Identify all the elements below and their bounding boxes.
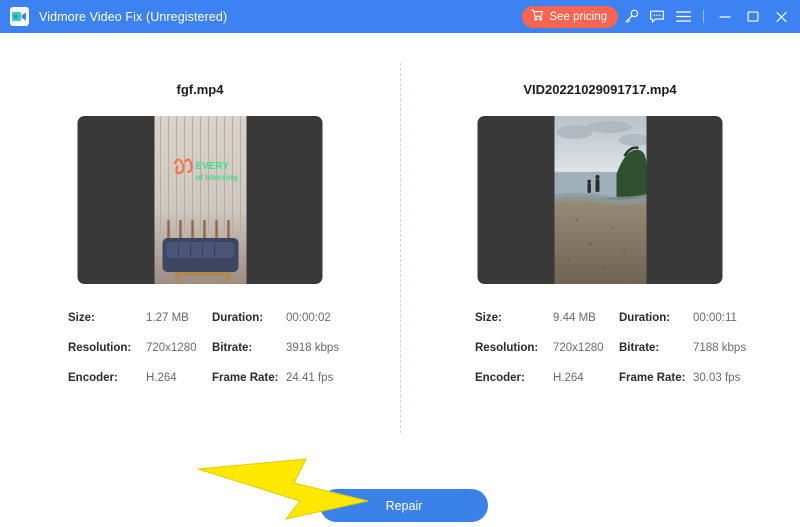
meta-value-duration: 00:00:11 bbox=[693, 312, 737, 324]
video-metadata-left: Size: 1.27 MB Duration: 00:00:02 Resolut… bbox=[0, 303, 400, 393]
thumbnail-image-right bbox=[554, 116, 646, 284]
file-name-left: fgf.mp4 bbox=[0, 82, 400, 97]
meta-value-bitrate: 3918 kbps bbox=[286, 342, 339, 354]
meta-label-encoder: Encoder: bbox=[475, 372, 553, 384]
video-camera-icon bbox=[10, 7, 29, 26]
meta-label-size: Size: bbox=[475, 312, 553, 324]
meta-label-bitrate: Bitrate: bbox=[212, 342, 286, 354]
video-thumbnail-right[interactable] bbox=[478, 116, 723, 284]
meta-value-framerate: 30.03 fps bbox=[693, 372, 740, 384]
metadata-row: Size: 1.27 MB Duration: 00:00:02 bbox=[68, 303, 400, 333]
meta-label-resolution: Resolution: bbox=[68, 342, 146, 354]
maximize-icon[interactable] bbox=[739, 3, 767, 31]
video-panel-right: VID20221029091717.mp4 bbox=[400, 33, 800, 433]
meta-label-framerate: Frame Rate: bbox=[619, 372, 693, 384]
meta-label-encoder: Encoder: bbox=[68, 372, 146, 384]
video-metadata-right: Size: 9.44 MB Duration: 00:00:11 Resolut… bbox=[400, 303, 800, 393]
see-pricing-button[interactable]: See pricing bbox=[522, 6, 618, 28]
minimize-icon[interactable] bbox=[711, 3, 739, 31]
file-name-right: VID20221029091717.mp4 bbox=[400, 82, 800, 97]
svg-text:EVERY: EVERY bbox=[195, 161, 229, 172]
metadata-row: Size: 9.44 MB Duration: 00:00:11 bbox=[475, 303, 800, 333]
meta-label-framerate: Frame Rate: bbox=[212, 372, 286, 384]
title-bar: Vidmore Video Fix (Unregistered) See pri… bbox=[0, 0, 800, 33]
meta-value-size: 9.44 MB bbox=[553, 312, 619, 324]
shopping-cart-icon bbox=[531, 9, 544, 24]
metadata-row: Encoder: H.264 Frame Rate: 30.03 fps bbox=[475, 363, 800, 393]
meta-value-resolution: 720x1280 bbox=[553, 342, 619, 354]
key-icon[interactable] bbox=[618, 4, 644, 30]
repair-button[interactable]: Repair bbox=[320, 489, 488, 522]
main-content: fgf.mp4 bbox=[0, 33, 800, 511]
metadata-row: Resolution: 720x1280 Bitrate: 7188 kbps bbox=[475, 333, 800, 363]
see-pricing-label: See pricing bbox=[549, 11, 607, 23]
close-icon[interactable] bbox=[767, 3, 795, 31]
meta-label-bitrate: Bitrate: bbox=[619, 342, 693, 354]
svg-text:of blessing: of blessing bbox=[195, 173, 237, 182]
meta-value-size: 1.27 MB bbox=[146, 312, 212, 324]
hamburger-icon[interactable] bbox=[670, 4, 696, 30]
titlebar-divider bbox=[703, 10, 704, 23]
meta-value-encoder: H.264 bbox=[146, 372, 212, 384]
video-panel-left: fgf.mp4 bbox=[0, 33, 400, 433]
metadata-row: Encoder: H.264 Frame Rate: 24.41 fps bbox=[68, 363, 400, 393]
meta-value-duration: 00:00:02 bbox=[286, 312, 331, 324]
meta-value-bitrate: 7188 kbps bbox=[693, 342, 746, 354]
chat-icon[interactable] bbox=[644, 4, 670, 30]
meta-label-size: Size: bbox=[68, 312, 146, 324]
meta-value-encoder: H.264 bbox=[553, 372, 619, 384]
meta-label-duration: Duration: bbox=[619, 312, 693, 324]
meta-label-resolution: Resolution: bbox=[475, 342, 553, 354]
metadata-row: Resolution: 720x1280 Bitrate: 3918 kbps bbox=[68, 333, 400, 363]
thumbnail-image-left: EVERY of blessing bbox=[154, 116, 246, 284]
meta-label-duration: Duration: bbox=[212, 312, 286, 324]
meta-value-framerate: 24.41 fps bbox=[286, 372, 333, 384]
video-thumbnail-left[interactable]: EVERY of blessing bbox=[78, 116, 323, 284]
app-title: Vidmore Video Fix (Unregistered) bbox=[39, 10, 227, 24]
meta-value-resolution: 720x1280 bbox=[146, 342, 212, 354]
